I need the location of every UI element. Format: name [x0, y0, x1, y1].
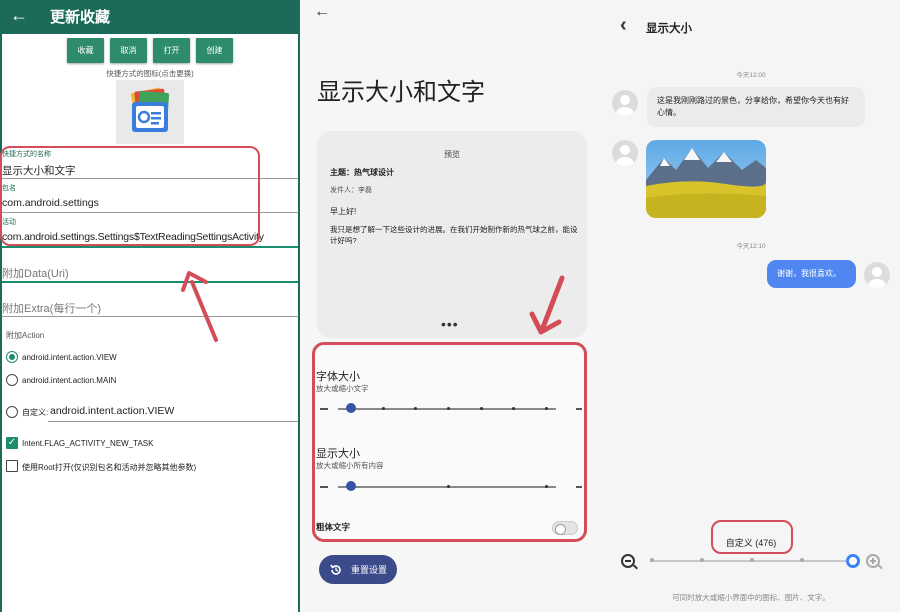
more-dots-icon: •••	[441, 316, 459, 332]
custom-action-input[interactable]: android.intent.action.VIEW	[50, 405, 174, 417]
timestamp: 今天12:10	[736, 243, 766, 250]
avatar	[864, 262, 890, 288]
slider-tick	[447, 407, 450, 410]
display-text-settings-panel: ← 显示大小和文字 预览 主题：热气球设计 发件人：李磊 早上好! 我只是想了解…	[300, 0, 602, 612]
action-section-label: 附加Action	[6, 331, 45, 340]
font-size-title: 字体大小	[316, 371, 360, 383]
zoom-in-icon[interactable]	[866, 554, 883, 570]
plus-icon[interactable]	[576, 486, 582, 488]
bold-text-label: 粗体文字	[316, 522, 351, 532]
shortcut-editor-panel: ← 更新收藏 收藏 取消 打开 创建 快捷方式的图标(点击更换) 快捷方式的名称…	[0, 0, 300, 612]
icon-hint: 快捷方式的图标(点击更换)	[106, 69, 194, 78]
slider-tick	[480, 407, 483, 410]
reset-icon	[330, 564, 341, 575]
cancel-button[interactable]: 取消	[110, 38, 147, 63]
checkbox-label: 使用Root打开(仅识别包名和活动并忽略其他参数)	[22, 463, 197, 472]
slider-tick	[447, 485, 450, 488]
display-size-knob[interactable]	[346, 481, 356, 491]
extra-input[interactable]: 附加Extra(每行一个)	[2, 300, 101, 316]
slider-tick	[414, 407, 417, 410]
slider-tick	[700, 558, 704, 562]
email-subject: 主题：热气球设计	[330, 168, 394, 177]
reset-settings-button[interactable]: 重置设置	[319, 555, 397, 584]
display-size-title: 显示大小	[316, 448, 360, 460]
back-arrow-icon[interactable]: ←	[10, 5, 28, 25]
font-size-knob[interactable]	[346, 403, 356, 413]
display-size-panel: ‹ 显示大小 今天12:00 这是我刚刚路过的景色，分享给你，希望你今天也有好心…	[602, 0, 900, 612]
action-buttons: 收藏 取消 打开 创建	[67, 38, 233, 63]
timestamp: 今天12:00	[736, 72, 766, 79]
page-title: 显示大小	[646, 23, 692, 35]
radio-label: android.intent.action.MAIN	[22, 376, 117, 385]
shortcut-icon-picker[interactable]	[116, 80, 184, 144]
red-arrow	[181, 271, 218, 342]
divider	[48, 421, 298, 422]
app-bar: ← 更新收藏	[0, 0, 300, 34]
divider	[2, 281, 298, 283]
custom-action-label: 自定义:	[22, 408, 49, 417]
font-size-subtitle: 放大或缩小文字	[316, 384, 369, 393]
email-greeting: 早上好!	[330, 207, 357, 216]
minus-icon[interactable]	[320, 408, 328, 410]
page-title: 更新收藏	[50, 9, 111, 26]
outgoing-message: 谢谢，我很喜欢。	[767, 260, 856, 288]
email-body: 我只是想了解一下这些设计的进展。在我们开始制作新的热气球之前，能设计好吗?	[330, 225, 578, 245]
back-arrow-icon[interactable]: ←	[314, 3, 330, 21]
slider-tick	[382, 407, 385, 410]
radio-custom-action[interactable]	[6, 406, 18, 418]
radio-action-view[interactable]	[6, 351, 18, 363]
slider-tick	[512, 407, 515, 410]
display-size-subtitle: 放大或缩小所有内容	[316, 461, 384, 470]
red-arrow	[529, 275, 565, 335]
favorite-button[interactable]: 收藏	[67, 38, 104, 63]
open-button[interactable]: 打开	[153, 38, 190, 63]
email-sender: 发件人：李磊	[330, 187, 372, 194]
divider	[2, 316, 298, 317]
create-button[interactable]: 创建	[196, 38, 233, 63]
slider-tick	[750, 558, 754, 562]
reset-label: 重置设置	[351, 565, 388, 575]
avatar	[612, 140, 638, 166]
page-title: 显示大小和文字	[317, 79, 485, 106]
bold-text-toggle[interactable]	[552, 521, 578, 535]
zoom-out-icon[interactable]	[621, 554, 638, 570]
slider-tick	[800, 558, 804, 562]
checkbox-label: Intent.FLAG_ACTIVITY_NEW_TASK	[22, 439, 154, 448]
new-task-checkbox[interactable]: ✓	[6, 437, 18, 449]
back-chevron-icon[interactable]: ‹	[620, 14, 627, 37]
radio-label: android.intent.action.VIEW	[22, 353, 117, 362]
news-app-icon	[130, 87, 170, 132]
radio-action-main[interactable]	[6, 374, 18, 386]
zoom-level-label: 自定义 (476)	[725, 538, 777, 548]
shared-landscape-photo[interactable]	[646, 140, 766, 218]
data-uri-input[interactable]: 附加Data(Uri)	[2, 265, 69, 281]
slider-tick	[650, 558, 654, 562]
highlight-box	[0, 146, 260, 246]
landscape-image	[646, 140, 766, 218]
preview-label: 预览	[444, 150, 460, 159]
avatar	[612, 90, 638, 116]
divider	[2, 246, 298, 248]
incoming-message: 这是我刚刚路过的景色，分享给你，希望你今天也有好心情。	[647, 87, 865, 127]
slider-tick	[545, 485, 548, 488]
zoom-hint: 可同时放大或缩小界面中的图标、图片、文字。	[672, 593, 830, 602]
root-open-checkbox[interactable]	[6, 460, 18, 472]
minus-icon[interactable]	[320, 486, 328, 488]
plus-icon[interactable]	[576, 408, 582, 410]
slider-tick	[545, 407, 548, 410]
zoom-slider-knob[interactable]	[846, 554, 860, 568]
